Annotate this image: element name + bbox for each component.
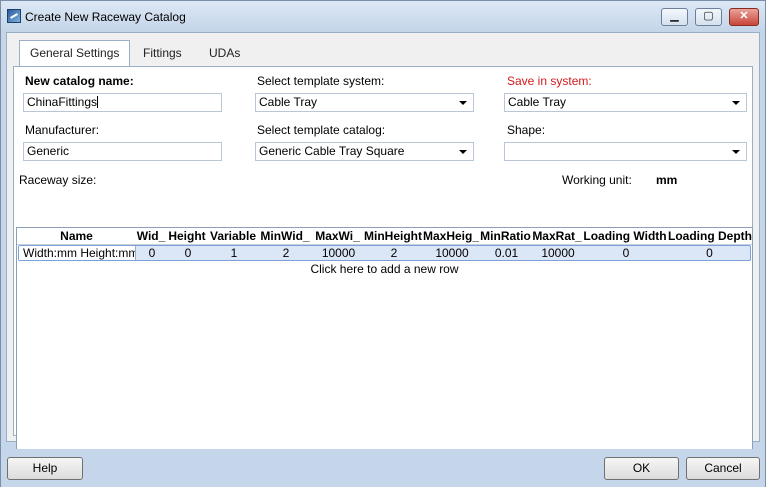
- chevron-down-icon[interactable]: [459, 101, 467, 105]
- catalog-name-value: ChinaFittings: [27, 95, 98, 109]
- template-catalog-value: Generic Cable Tray Square: [259, 144, 405, 158]
- column-header-min-height[interactable]: MinHeight: [363, 228, 423, 245]
- column-header-max-height[interactable]: MaxHeig_: [423, 228, 479, 245]
- column-header-min-ratio[interactable]: MinRatio: [479, 228, 532, 245]
- dialog-client: General Settings Fittings UDAs New catal…: [6, 32, 760, 465]
- column-header-name[interactable]: Name: [17, 228, 136, 245]
- raceway-size-label: Raceway size:: [19, 173, 97, 187]
- text-caret: [97, 96, 99, 108]
- template-system-label: Select template system:: [257, 74, 385, 88]
- template-catalog-select[interactable]: Generic Cable Tray Square: [255, 142, 474, 161]
- cell-min-ratio[interactable]: 0.01: [480, 246, 533, 260]
- table-row[interactable]: Width:mm Height:mm 0 0 1 2 10000 2 10000…: [18, 245, 751, 261]
- save-in-system-select[interactable]: Cable Tray: [504, 93, 747, 112]
- shape-select[interactable]: [504, 142, 747, 161]
- catalog-name-label: New catalog name:: [25, 74, 134, 88]
- manufacturer-input[interactable]: Generic: [23, 142, 222, 161]
- column-header-loading-depth[interactable]: Loading Depth: [668, 228, 752, 245]
- minimize-button[interactable]: ▁: [661, 8, 688, 26]
- tab-udas[interactable]: UDAs: [199, 41, 250, 66]
- cell-height[interactable]: 0: [167, 246, 209, 260]
- column-header-height[interactable]: Height: [166, 228, 208, 245]
- save-in-system-label: Save in system:: [507, 74, 592, 88]
- general-settings-panel: New catalog name: ChinaFittings Select t…: [13, 66, 753, 465]
- cell-min-width[interactable]: 2: [259, 246, 313, 260]
- chevron-down-icon[interactable]: [732, 150, 740, 154]
- column-header-loading-width[interactable]: Loading Width: [582, 228, 668, 245]
- cell-max-width[interactable]: 10000: [313, 246, 364, 260]
- cell-max-height[interactable]: 10000: [424, 246, 480, 260]
- ok-button[interactable]: OK: [604, 457, 679, 480]
- add-new-row[interactable]: Click here to add a new row: [17, 262, 752, 276]
- column-header-min-width[interactable]: MinWid_: [258, 228, 312, 245]
- cell-max-ratio[interactable]: 10000: [533, 246, 583, 260]
- cell-width[interactable]: 0: [137, 246, 167, 260]
- tab-fittings[interactable]: Fittings: [133, 41, 192, 66]
- help-button[interactable]: Help: [7, 457, 83, 480]
- column-header-width[interactable]: Wid_: [136, 228, 166, 245]
- catalog-name-input[interactable]: ChinaFittings: [23, 93, 222, 112]
- working-unit-value: mm: [656, 173, 678, 187]
- button-bar: Help OK Cancel: [1, 449, 765, 487]
- tab-general-settings[interactable]: General Settings: [19, 40, 131, 67]
- title-bar[interactable]: Create New Raceway Catalog ▁ ▢ ✕: [1, 1, 765, 33]
- close-button[interactable]: ✕: [729, 8, 759, 26]
- save-in-system-value: Cable Tray: [508, 95, 567, 109]
- column-header-max-ratio[interactable]: MaxRat_: [532, 228, 582, 245]
- column-header-max-width[interactable]: MaxWi_: [312, 228, 363, 245]
- cell-variable[interactable]: 1: [209, 246, 259, 260]
- manufacturer-value: Generic: [27, 144, 70, 158]
- chevron-down-icon[interactable]: [732, 101, 740, 105]
- manufacturer-label: Manufacturer:: [25, 123, 100, 137]
- cell-name[interactable]: Width:mm Height:mm: [19, 246, 136, 260]
- cancel-button[interactable]: Cancel: [686, 457, 760, 480]
- cell-loading-depth[interactable]: 0: [669, 246, 750, 260]
- window-title: Create New Raceway Catalog: [25, 10, 186, 24]
- tab-control: General Settings Fittings UDAs New catal…: [7, 33, 759, 465]
- template-system-select[interactable]: Cable Tray: [255, 93, 474, 112]
- working-unit-label: Working unit:: [562, 173, 632, 187]
- grid-header: Name Wid_ Height Variable MinWid_ MaxWi_…: [17, 228, 752, 245]
- raceway-size-grid: Name Wid_ Height Variable MinWid_ MaxWi_…: [16, 227, 753, 465]
- maximize-button[interactable]: ▢: [695, 8, 722, 26]
- cell-loading-width[interactable]: 0: [583, 246, 669, 260]
- column-header-variable[interactable]: Variable: [208, 228, 258, 245]
- template-system-value: Cable Tray: [259, 95, 318, 109]
- dialog-window: Create New Raceway Catalog ▁ ▢ ✕ General…: [0, 0, 766, 487]
- cell-min-height[interactable]: 2: [364, 246, 424, 260]
- template-catalog-label: Select template catalog:: [257, 123, 386, 137]
- chevron-down-icon[interactable]: [459, 150, 467, 154]
- shape-label: Shape:: [507, 123, 546, 137]
- raceway-app-icon: [7, 9, 21, 23]
